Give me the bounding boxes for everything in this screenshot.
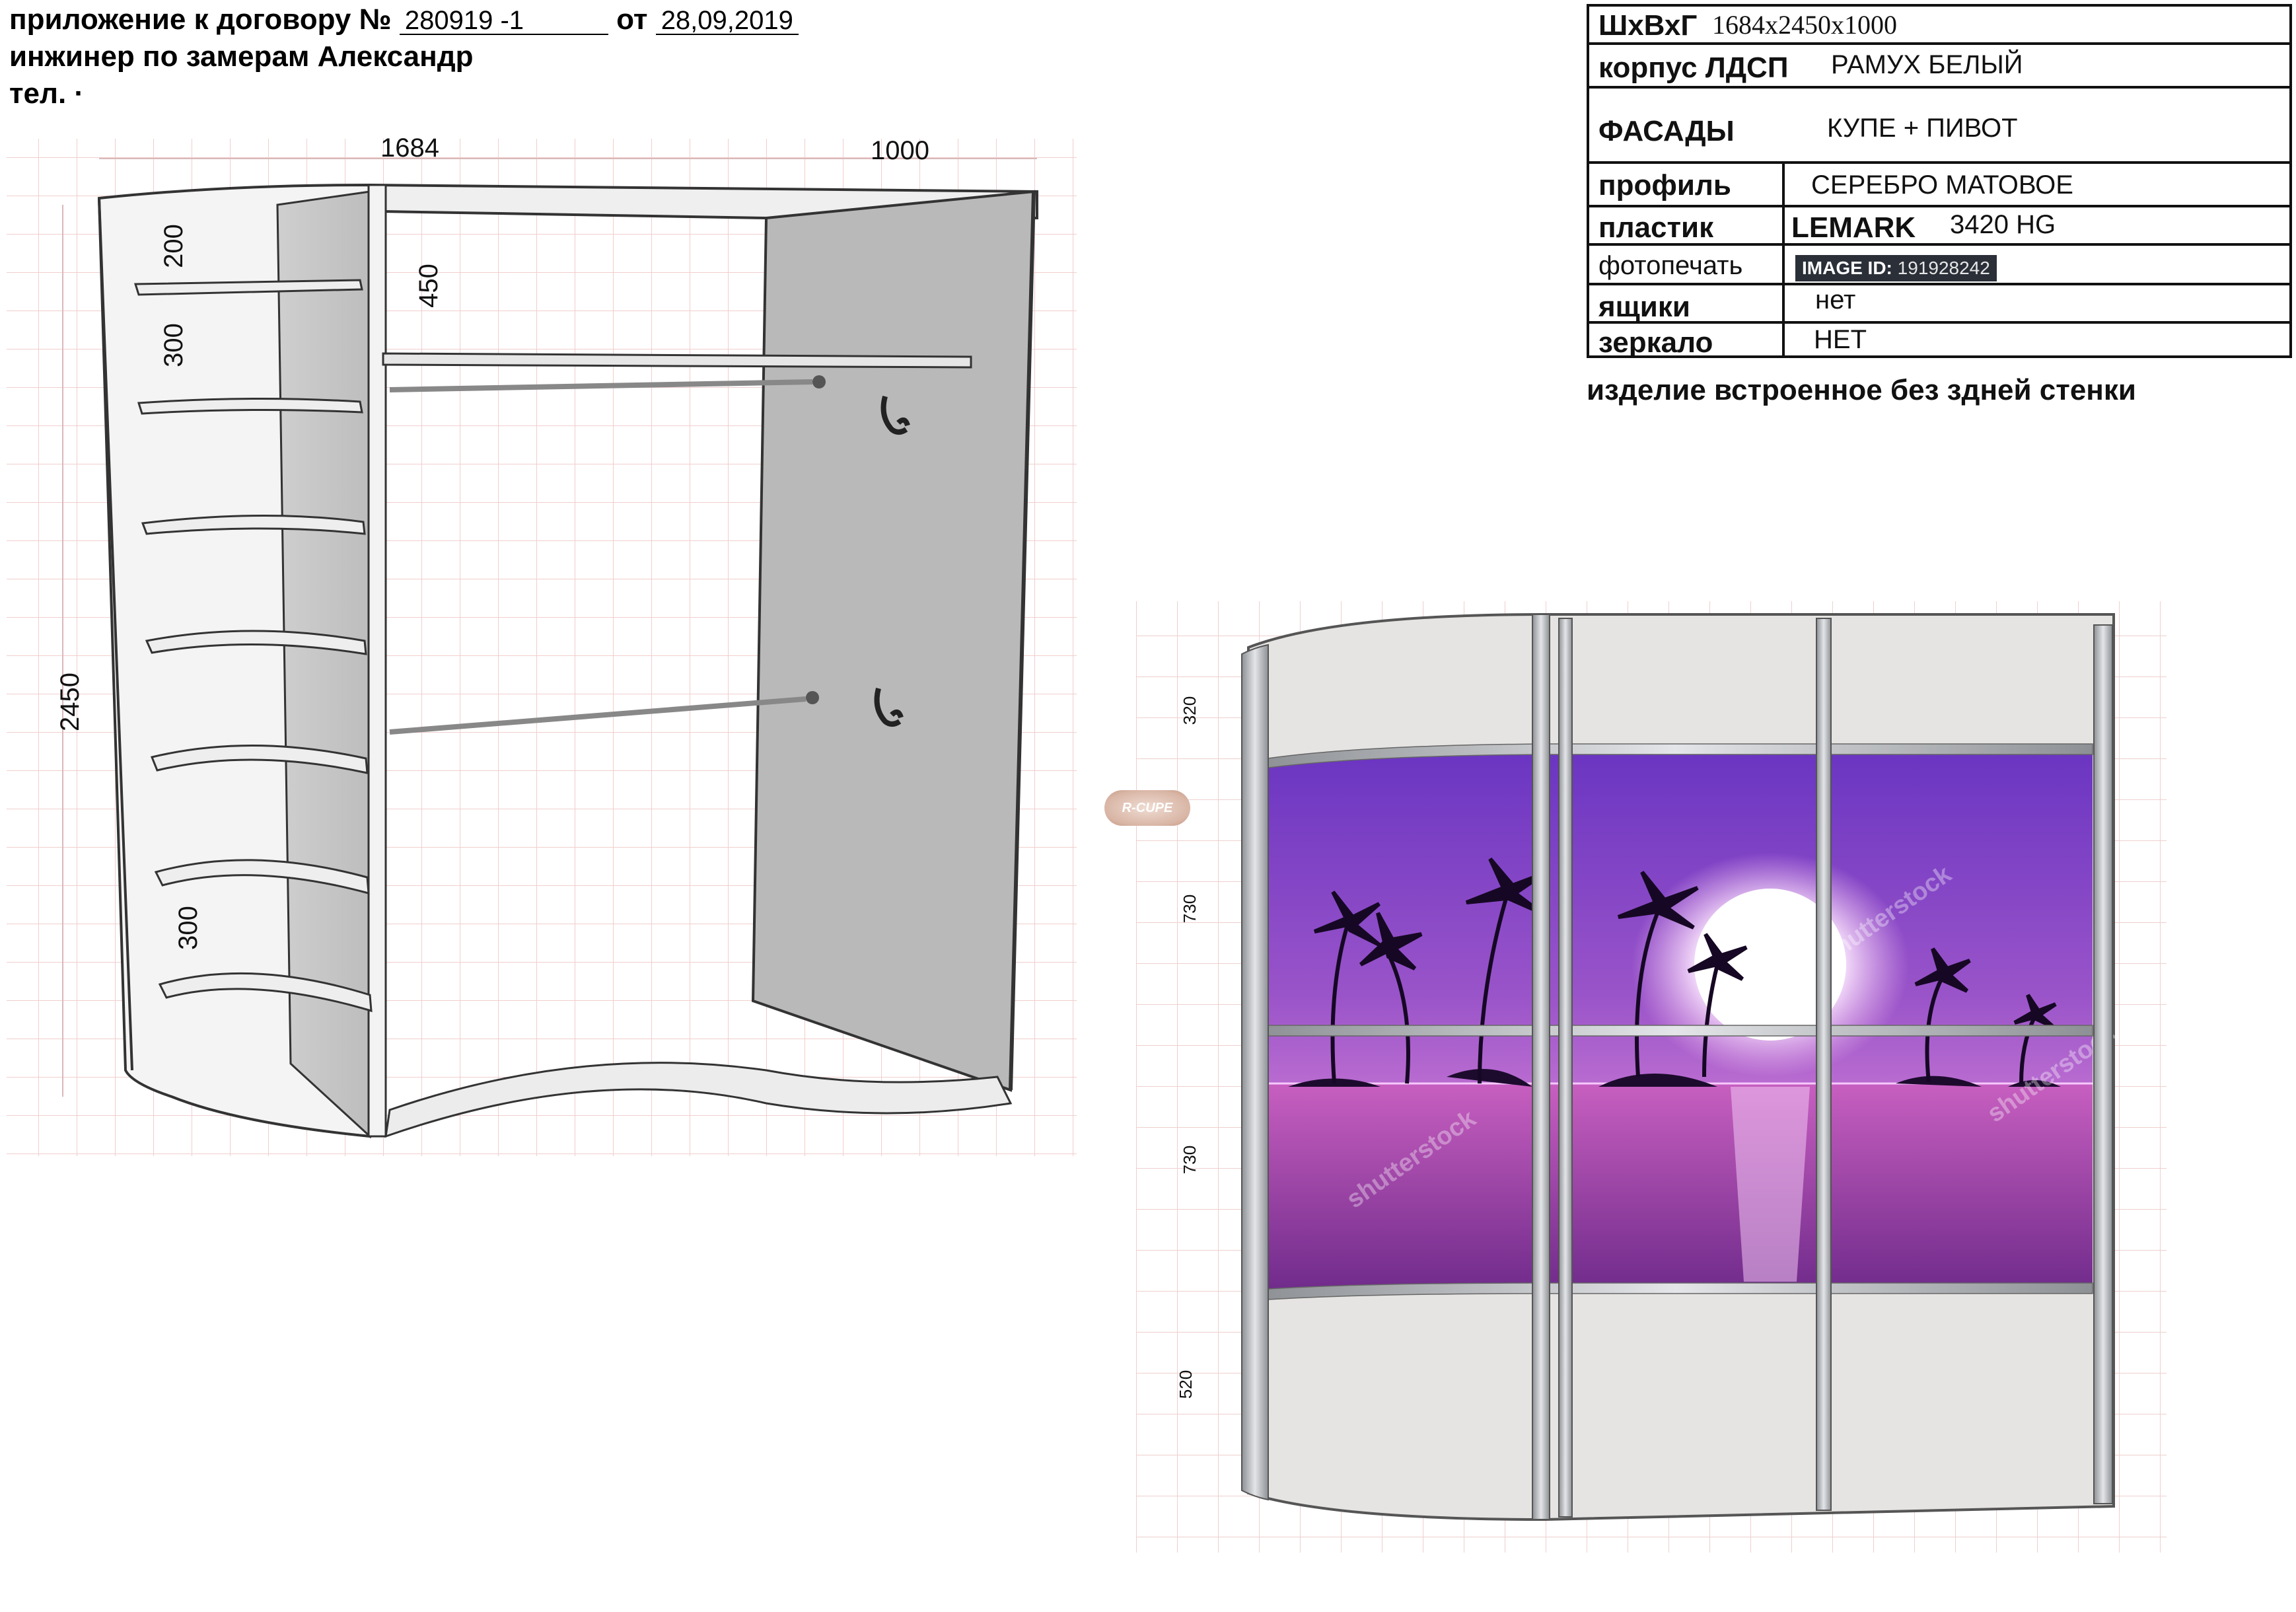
spec-label: ШхВхГ <box>1598 9 1698 42</box>
date-label: от <box>616 3 648 36</box>
image-id-label: IMAGE ID: <box>1802 258 1892 278</box>
spec-value: СЕРЕБРО МАТОВОЕ <box>1811 170 2073 200</box>
spec-value: 1684х2450х1000 <box>1712 10 1897 40</box>
spec-label: ФАСАДЫ <box>1598 115 1735 147</box>
spec-table: ШхВхГ 1684х2450х1000 корпус ЛДСП РАМУХ Б… <box>1587 4 2292 359</box>
contract-number: 280919 -1 <box>399 7 608 35</box>
wardrobe-front-drawing: shutterstock shutterstock shutterstock <box>1136 601 2167 1553</box>
built-in-note: изделие встроенное без здней стенки <box>1587 374 2136 406</box>
spec-label: зеркало <box>1598 326 1713 359</box>
spec-row-photoprint: фотопечать IMAGE ID: 191928242 <box>1587 246 2292 285</box>
dim-height: 2450 <box>55 673 85 731</box>
plastic-brand: LEMARK <box>1791 211 1916 244</box>
spec-label: профиль <box>1598 169 1731 202</box>
spec-row-plastic: пластик LEMARK 3420 HG <box>1587 207 2292 246</box>
dim-width: 1684 <box>380 133 439 163</box>
dim-section-mid-upper: 730 <box>1180 894 1200 924</box>
dim-shelf-second: 300 <box>159 323 188 367</box>
spec-row-mirror: зеркало НЕТ <box>1587 324 2292 359</box>
r-cupe-badge: R-CUPE <box>1104 790 1190 826</box>
wardrobe-interior-drawing <box>7 139 1077 1156</box>
spec-value: КУПЕ + ПИВОТ <box>1827 114 2018 143</box>
spec-label: фотопечать <box>1598 251 1743 280</box>
image-id-value: 191928242 <box>1897 258 1990 278</box>
contract-line: приложение к договору № 280919 -1 от 28,… <box>9 5 799 35</box>
spec-row-size: ШхВхГ 1684х2450х1000 <box>1587 4 2292 45</box>
contract-label: приложение к договору № <box>9 3 392 36</box>
spec-label: пластик <box>1598 211 1714 244</box>
dim-depth: 1000 <box>871 136 929 165</box>
phone-line: тел. · <box>9 77 85 110</box>
spec-value: нет <box>1815 285 1856 314</box>
dim-shelf-top: 200 <box>159 224 188 268</box>
spec-row-profile: профиль СЕРЕБРО МАТОВОЕ <box>1587 164 2292 207</box>
spec-label: корпус ЛДСП <box>1598 52 1789 84</box>
dim-shelf-bottom: 300 <box>173 906 203 950</box>
contract-date: 28,09,2019 <box>655 7 799 35</box>
dim-section-bottom: 520 <box>1176 1370 1196 1399</box>
engineer-line: инжинер по замерам Александр <box>9 40 474 73</box>
spec-row-drawers: ящики нет <box>1587 285 2292 324</box>
image-id-badge: IMAGE ID: 191928242 <box>1795 251 1997 281</box>
spec-row-facades: ФАСАДЫ КУПЕ + ПИВОТ <box>1587 89 2292 164</box>
dim-section-top: 320 <box>1180 696 1200 725</box>
spec-row-body: корпус ЛДСП РАМУХ БЕЛЫЙ <box>1587 45 2292 89</box>
dim-rail-gap: 450 <box>413 264 443 308</box>
spec-value: РАМУХ БЕЛЫЙ <box>1831 50 2023 79</box>
dim-section-mid-lower: 730 <box>1180 1145 1200 1175</box>
spec-value: 3420 HG <box>1950 210 2056 239</box>
spec-label: ящики <box>1598 291 1690 323</box>
spec-value: НЕТ <box>1814 325 1867 354</box>
